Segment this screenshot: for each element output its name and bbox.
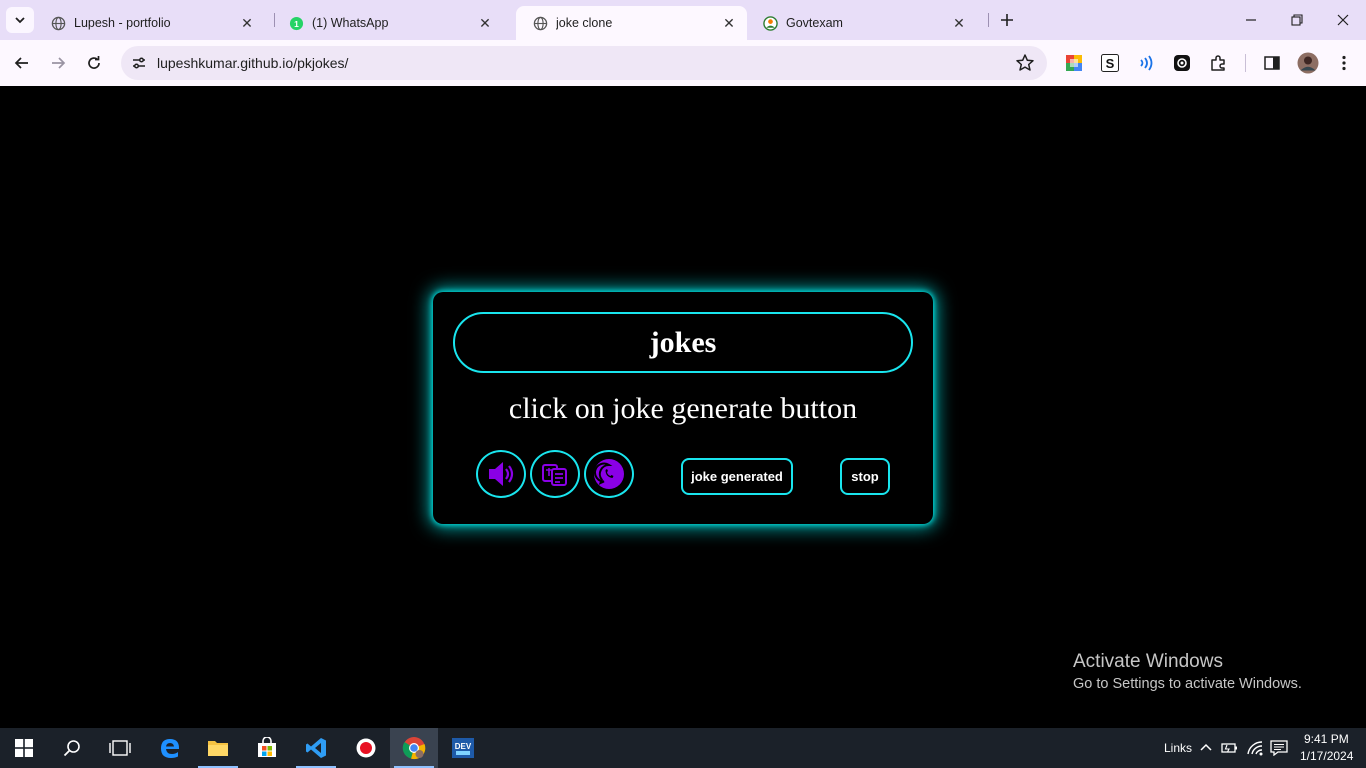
task-view-icon	[109, 740, 131, 756]
wifi-icon[interactable]	[1246, 739, 1264, 757]
extensions-puzzle-icon[interactable]	[1207, 52, 1229, 74]
store-icon	[258, 737, 276, 757]
forward-button[interactable]	[43, 48, 73, 78]
speaker-icon	[489, 462, 514, 486]
extension-wave-icon[interactable]	[1135, 52, 1157, 74]
whatsapp-icon: 1	[288, 15, 304, 31]
search-icon	[63, 740, 80, 757]
dev-icon: DEV	[452, 738, 474, 758]
extension-s-icon[interactable]: S	[1099, 52, 1121, 74]
tab-title: (1) WhatsApp	[312, 16, 389, 30]
watermark-title: Activate Windows	[1073, 651, 1223, 672]
notification-icon[interactable]	[1270, 739, 1288, 757]
address-bar[interactable]: lupeshkumar.github.io/pkjokes/	[121, 46, 1047, 80]
globe-icon	[532, 15, 548, 31]
side-panel-icon[interactable]	[1261, 52, 1283, 74]
joke-card: jokes click on joke generate button joke…	[433, 292, 933, 524]
reload-button[interactable]	[79, 48, 109, 78]
arrow-right-icon	[52, 57, 66, 69]
clock-time[interactable]: 9:41 PM	[1304, 732, 1349, 746]
taskbar-recorder[interactable]	[342, 728, 390, 768]
tab-divider	[988, 13, 989, 27]
translate-icon	[542, 464, 567, 486]
tab-govtexam[interactable]: Govtexam ✕	[746, 6, 977, 40]
task-view-button[interactable]	[96, 728, 144, 768]
restore-button[interactable]	[1274, 0, 1320, 40]
taskbar-edge[interactable]	[146, 728, 194, 768]
browser-toolbar: lupeshkumar.github.io/pkjokes/ S	[0, 40, 1366, 86]
close-icon[interactable]: ✕	[721, 15, 737, 31]
extension-colorpick-icon[interactable]	[1063, 52, 1085, 74]
whatsapp-icon	[594, 459, 624, 489]
windows-logo-icon	[15, 739, 33, 757]
close-icon[interactable]: ✕	[477, 15, 493, 31]
plus-icon	[1001, 14, 1013, 26]
tray-chevron-up-icon[interactable]	[1197, 739, 1215, 757]
edge-icon	[161, 739, 179, 758]
browser-menu-icon[interactable]	[1333, 52, 1355, 74]
extension-dark-icon[interactable]	[1171, 52, 1193, 74]
new-tab-button[interactable]	[995, 8, 1019, 32]
reload-icon	[88, 56, 100, 69]
svg-text:S: S	[1106, 56, 1115, 71]
taskbar-chrome[interactable]	[390, 728, 438, 768]
globe-icon	[50, 15, 66, 31]
tab-portfolio[interactable]: Lupesh - portfolio ✕	[34, 6, 265, 40]
record-icon	[356, 738, 376, 758]
back-button[interactable]	[7, 48, 37, 78]
close-icon	[1337, 14, 1349, 26]
whatsapp-share-button[interactable]	[584, 450, 634, 498]
activate-windows-watermark: Activate Windows Go to Settings to activ…	[1073, 651, 1302, 692]
minimize-icon	[1246, 19, 1256, 21]
close-window-button[interactable]	[1320, 0, 1366, 40]
taskbar-dev[interactable]: DEV	[439, 728, 487, 768]
tab-title: joke clone	[556, 16, 613, 30]
jokes-heading: jokes	[453, 312, 913, 373]
toolbar-divider	[1245, 54, 1246, 72]
url-text[interactable]: lupeshkumar.github.io/pkjokes/	[157, 55, 348, 71]
copy-button[interactable]	[530, 450, 580, 498]
speak-button[interactable]	[476, 450, 526, 498]
chevron-down-icon	[15, 17, 25, 24]
close-icon[interactable]: ✕	[951, 15, 967, 31]
svg-text:DEV: DEV	[455, 742, 472, 751]
tab-title: Lupesh - portfolio	[74, 16, 171, 30]
folder-icon	[208, 741, 228, 756]
clock-date[interactable]: 1/17/2024	[1300, 749, 1353, 763]
taskbar-vscode[interactable]	[292, 728, 340, 768]
bookmark-star-icon[interactable]	[1015, 53, 1035, 73]
arrow-left-icon	[14, 57, 28, 69]
page-content: jokes click on joke generate button joke…	[0, 86, 1366, 728]
site-settings-icon[interactable]	[127, 51, 151, 75]
watermark-subtitle: Go to Settings to activate Windows.	[1073, 676, 1302, 692]
svg-text:1: 1	[294, 18, 299, 28]
browser-tab-bar: Lupesh - portfolio ✕ 1 (1) WhatsApp ✕ jo…	[0, 0, 1366, 40]
taskbar-file-explorer[interactable]	[194, 728, 242, 768]
tab-search-button[interactable]	[6, 7, 34, 33]
tab-title: Govtexam	[786, 16, 843, 30]
taskbar-store[interactable]	[243, 728, 291, 768]
profile-avatar[interactable]	[1297, 52, 1319, 74]
vscode-icon	[306, 738, 326, 758]
links-toolbar-label[interactable]: Links	[1164, 741, 1192, 755]
joke-text: click on joke generate button	[508, 392, 858, 425]
govtexam-icon	[762, 15, 778, 31]
minimize-button[interactable]	[1228, 0, 1274, 40]
tab-whatsapp[interactable]: 1 (1) WhatsApp ✕	[272, 6, 503, 40]
battery-plug-icon[interactable]	[1221, 739, 1239, 757]
chrome-icon	[402, 737, 426, 760]
close-icon[interactable]: ✕	[239, 15, 255, 31]
restore-icon	[1291, 14, 1303, 26]
search-button[interactable]	[48, 728, 96, 768]
generate-joke-button[interactable]: joke generated	[681, 458, 793, 495]
tab-joke-clone[interactable]: joke clone ✕	[516, 6, 747, 40]
windows-taskbar: DEV Links 9:41 PM 1/17/2024	[0, 728, 1366, 768]
start-button[interactable]	[0, 728, 48, 768]
stop-button[interactable]: stop	[840, 458, 890, 495]
